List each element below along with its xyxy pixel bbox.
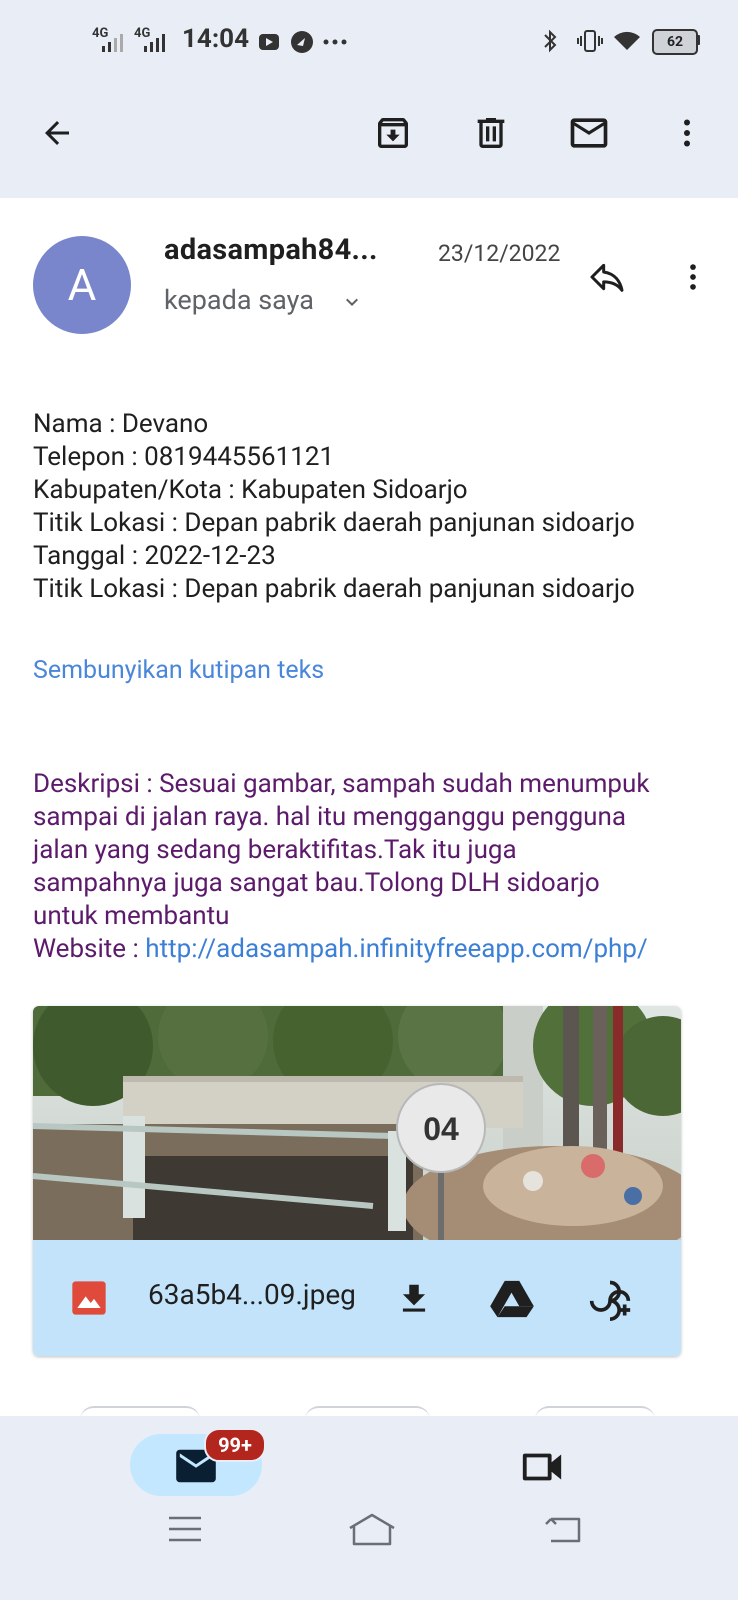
bluetooth-icon	[544, 29, 557, 53]
mail-icon	[570, 118, 608, 148]
chevron-down-icon[interactable]	[340, 290, 364, 314]
back-button[interactable]	[30, 106, 84, 160]
sender-avatar[interactable]: A	[33, 236, 131, 334]
status-bar: 4G 4G 14:04 62	[0, 0, 738, 82]
app-notification-icon	[291, 31, 313, 53]
body-line: Telepon : 0819445561121	[33, 442, 335, 472]
download-button[interactable]	[391, 1276, 437, 1322]
google-photos-add-icon	[589, 1280, 631, 1321]
website-line: Website : http://adasampah.infinityfreea…	[33, 933, 723, 966]
hide-quoted-text-link[interactable]: Sembunyikan kutipan teks	[33, 656, 324, 685]
more-options-button[interactable]	[660, 106, 714, 160]
back-return-icon	[545, 1517, 581, 1543]
back-system-button[interactable]	[538, 1504, 588, 1554]
body-line: Nama : Devano	[33, 409, 209, 439]
body-line: Titik Lokasi : Depan pabrik daerah panju…	[33, 508, 635, 538]
home-icon	[349, 1513, 395, 1546]
unread-badge: 99+	[204, 1428, 266, 1462]
menu-lines-icon	[169, 1516, 201, 1542]
clock: 14:04	[182, 24, 249, 54]
vibrate-icon	[577, 30, 603, 52]
archive-icon	[378, 118, 408, 148]
description-line: untuk membantu	[33, 901, 230, 931]
body-line: Titik Lokasi : Depan pabrik daerah panju…	[33, 574, 635, 604]
attachment-bar: 63a5b4...09.jpeg	[33, 1240, 681, 1356]
arrow-back-icon	[45, 121, 69, 145]
attachment-preview-image[interactable]: 04	[33, 1006, 681, 1240]
attachment-filename[interactable]: 63a5b4...09.jpeg	[148, 1278, 356, 1311]
home-button[interactable]	[344, 1504, 400, 1554]
archive-button[interactable]	[366, 106, 420, 160]
avatar-letter: A	[67, 259, 97, 311]
more-vert-icon	[684, 119, 690, 147]
description-line: sampahnya juga sangat bau.Tolong DLH sid…	[33, 868, 600, 898]
website-link[interactable]: http://adasampah.infinityfreeapp.com/php…	[145, 934, 647, 964]
more-vert-icon	[690, 264, 696, 290]
delete-button[interactable]	[464, 106, 518, 160]
image-file-icon	[72, 1281, 106, 1315]
save-to-drive-button[interactable]	[489, 1276, 535, 1322]
bottom-navigation: 99+	[0, 1416, 738, 1600]
body-line: Kabupaten/Kota : Kabupaten Sidoarjo	[33, 475, 468, 505]
recipient-label[interactable]: kepada saya	[164, 284, 314, 316]
battery-icon: 62	[652, 29, 698, 55]
youtube-icon	[259, 34, 279, 50]
description-line: Deskripsi : Sesuai gambar, sampah sudah …	[33, 769, 650, 799]
message-body: Nama : Devano Telepon : 0819445561121 Ka…	[33, 408, 635, 606]
meet-tab[interactable]	[514, 1442, 570, 1492]
mark-unread-button[interactable]	[562, 106, 616, 160]
download-icon	[402, 1284, 426, 1312]
description-line: jalan yang sedang beraktifitas.Tak itu j…	[33, 835, 517, 865]
email-toolbar	[0, 82, 738, 198]
video-camera-icon	[522, 1453, 562, 1481]
message-date: 23/12/2022	[438, 240, 561, 267]
google-drive-icon	[490, 1280, 534, 1318]
wifi-icon	[614, 31, 640, 50]
battery-level: 62	[666, 34, 684, 50]
quoted-description: Deskripsi : Sesuai gambar, sampah sudah …	[33, 768, 723, 966]
signal-icon	[102, 34, 123, 52]
attachment-card[interactable]: 04 63a5b4...09.jpeg	[33, 1006, 681, 1356]
body-line: Tanggal : 2022-12-23	[33, 541, 276, 571]
trash-icon	[477, 118, 505, 148]
recent-apps-button[interactable]	[160, 1504, 210, 1554]
add-to-photos-button[interactable]	[587, 1276, 633, 1322]
sender-name[interactable]: adasampah84...	[164, 233, 378, 267]
more-notifications-icon	[323, 39, 347, 45]
message-more-button[interactable]	[666, 250, 720, 304]
reply-icon	[590, 263, 624, 292]
reply-button[interactable]	[580, 250, 634, 304]
website-label: Website :	[33, 934, 146, 964]
battery-tip	[697, 35, 700, 45]
signal-icon	[144, 34, 165, 52]
sign-number: 04	[423, 1111, 459, 1147]
description-line: sampai di jalan raya. hal itu mengganggu…	[33, 802, 627, 832]
